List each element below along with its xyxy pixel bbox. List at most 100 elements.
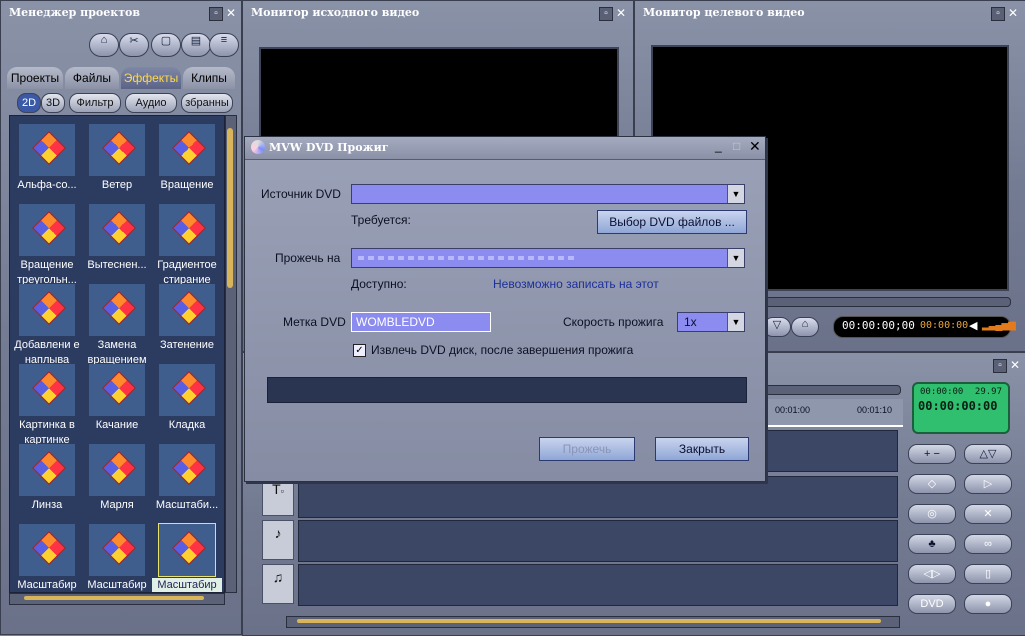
- list-view-button[interactable]: ≡: [209, 33, 239, 57]
- close-icon[interactable]: ✕: [749, 138, 761, 155]
- control-button[interactable]: ◇: [908, 474, 956, 494]
- effect-item[interactable]: Картинка в картинке: [12, 360, 82, 446]
- source-dvd-combo[interactable]: ▼: [351, 184, 745, 204]
- effect-label: Альфа-со...: [17, 179, 77, 191]
- timeline-zoom-slider[interactable]: [765, 385, 901, 395]
- control-button[interactable]: ∞: [964, 534, 1012, 554]
- paste-button[interactable]: ▤: [181, 33, 211, 57]
- effects-grid: Альфа-со... Ветер Вращение Вращение треугол…: [9, 115, 225, 593]
- effect-item[interactable]: Добавлени е наплыва: [12, 280, 82, 366]
- effect-cube-icon: [159, 204, 215, 256]
- up-down-button[interactable]: △▽: [964, 444, 1012, 464]
- volume-icon[interactable]: ◀: [969, 319, 977, 332]
- tab-projects[interactable]: Проекты: [7, 67, 63, 89]
- minimize-button[interactable]: _: [715, 139, 722, 153]
- scrollbar-thumb[interactable]: [297, 619, 881, 623]
- camera-button[interactable]: ⌂: [791, 317, 819, 337]
- timeline-horizontal-scrollbar[interactable]: [286, 616, 900, 628]
- effect-cube-icon: [159, 284, 215, 336]
- effect-cube-icon: [19, 204, 75, 256]
- effect-item[interactable]: Масштабир: [12, 520, 82, 592]
- timecode-display: 00:00:00;00 00:00:00 ◀ ▂▃▄▅▆: [833, 316, 1016, 338]
- maximize-button[interactable]: □: [733, 139, 740, 153]
- open-folder-button[interactable]: ⌂: [89, 33, 119, 57]
- timecode-secondary: 00:00:00: [920, 320, 969, 331]
- timeline-lcd: 00:00:00 29.97 00:00:00:00: [912, 382, 1010, 434]
- filter-3d[interactable]: 3D: [41, 93, 65, 113]
- chevron-down-icon[interactable]: ▼: [727, 313, 744, 331]
- effect-label: Марля: [100, 499, 134, 511]
- close-button[interactable]: Закрыть: [655, 437, 749, 461]
- filter-favorites[interactable]: збранны: [181, 93, 233, 113]
- effect-item[interactable]: Замена вращением: [82, 280, 152, 366]
- dialog-titlebar: MVW DVD Прожиг _ □ ✕: [245, 137, 765, 160]
- effect-item[interactable]: Альфа-со...: [12, 120, 82, 200]
- copy-button[interactable]: ▢: [151, 33, 181, 57]
- tab-effects[interactable]: Эффекты: [121, 67, 181, 89]
- timeline-track-audio-1[interactable]: [298, 520, 898, 562]
- select-dvd-files-button[interactable]: Выбор DVD файлов ...: [597, 210, 747, 234]
- effect-item[interactable]: Вращение треугольн...: [12, 200, 82, 286]
- cut-button[interactable]: ✂: [119, 33, 149, 57]
- tab-files[interactable]: Файлы: [65, 67, 119, 89]
- voice-track-icon[interactable]: ♫: [262, 564, 294, 604]
- effect-item[interactable]: Затенение: [152, 280, 222, 360]
- maximize-button[interactable]: ▫: [599, 7, 613, 21]
- effect-item[interactable]: Качание: [82, 360, 152, 440]
- effect-item[interactable]: Градиентое стирание: [152, 200, 222, 286]
- burn-button[interactable]: Прожечь: [539, 437, 635, 461]
- control-button[interactable]: ✕: [964, 504, 1012, 524]
- maximize-button[interactable]: ▫: [209, 7, 223, 21]
- music-track-icon[interactable]: ♪: [262, 520, 294, 560]
- chevron-down-icon[interactable]: ▼: [727, 185, 744, 203]
- chevron-down-icon[interactable]: ▼: [727, 249, 744, 267]
- effect-item[interactable]: Кладка: [152, 360, 222, 440]
- filter-audio[interactable]: Аудио: [125, 93, 177, 113]
- effect-cube-icon: [89, 284, 145, 336]
- effect-label: Вытеснен...: [87, 259, 147, 271]
- zoom-in-out-button[interactable]: + −: [908, 444, 956, 464]
- burn-speed-combo[interactable]: 1x ▼: [677, 312, 745, 332]
- close-icon[interactable]: ✕: [225, 7, 237, 19]
- control-button[interactable]: ◎: [908, 504, 956, 524]
- scrollbar-thumb[interactable]: [227, 128, 233, 288]
- maximize-button[interactable]: ▫: [991, 7, 1005, 21]
- control-button[interactable]: ▷: [964, 474, 1012, 494]
- control-button[interactable]: ♣: [908, 534, 956, 554]
- target-position-slider[interactable]: [765, 297, 1011, 307]
- dvd-button[interactable]: DVD: [908, 594, 956, 614]
- source-monitor-title: Монитор исходного видео: [251, 6, 420, 19]
- effect-item[interactable]: Линза: [12, 440, 82, 520]
- effects-horizontal-scrollbar[interactable]: [9, 593, 225, 605]
- effect-item[interactable]: Ветер: [82, 120, 152, 200]
- eject-checkbox[interactable]: ✓: [353, 344, 366, 357]
- record-button[interactable]: ●: [964, 594, 1012, 614]
- effect-item[interactable]: Вытеснен...: [82, 200, 152, 280]
- tab-clips[interactable]: Клипы: [183, 67, 235, 89]
- effect-cube-icon: [19, 444, 75, 496]
- timeline-track-audio-2[interactable]: [298, 564, 898, 606]
- dropdown-button[interactable]: ▽: [763, 317, 791, 337]
- close-icon[interactable]: ✕: [1007, 7, 1019, 19]
- source-dvd-label: Источник DVD: [261, 187, 341, 201]
- close-icon[interactable]: ✕: [615, 7, 627, 19]
- effect-item[interactable]: Масштаби...: [152, 440, 222, 520]
- disc-label-input[interactable]: WOMBLEDVD: [351, 312, 491, 332]
- effects-vertical-scrollbar[interactable]: [225, 115, 237, 593]
- title-track-icon[interactable]: T▫: [262, 476, 294, 516]
- close-icon[interactable]: ✕: [1009, 359, 1021, 371]
- effect-item[interactable]: Масштабир: [82, 520, 152, 592]
- effect-item[interactable]: Марля: [82, 440, 152, 520]
- burner-name-redacted: [358, 256, 578, 260]
- control-button[interactable]: ◁▷: [908, 564, 956, 584]
- effect-item[interactable]: Вращение: [152, 120, 222, 200]
- filter-2d[interactable]: 2D: [17, 93, 41, 113]
- effect-cube-icon: [89, 524, 145, 576]
- timeline-track-title[interactable]: [298, 476, 898, 518]
- maximize-button[interactable]: ▫: [993, 359, 1007, 373]
- control-button[interactable]: ▯: [964, 564, 1012, 584]
- effect-item[interactable]: Масштабир: [152, 520, 222, 592]
- burn-target-combo[interactable]: ▼: [351, 248, 745, 268]
- scrollbar-thumb[interactable]: [24, 596, 204, 600]
- filter-filter[interactable]: Фильтр: [69, 93, 121, 113]
